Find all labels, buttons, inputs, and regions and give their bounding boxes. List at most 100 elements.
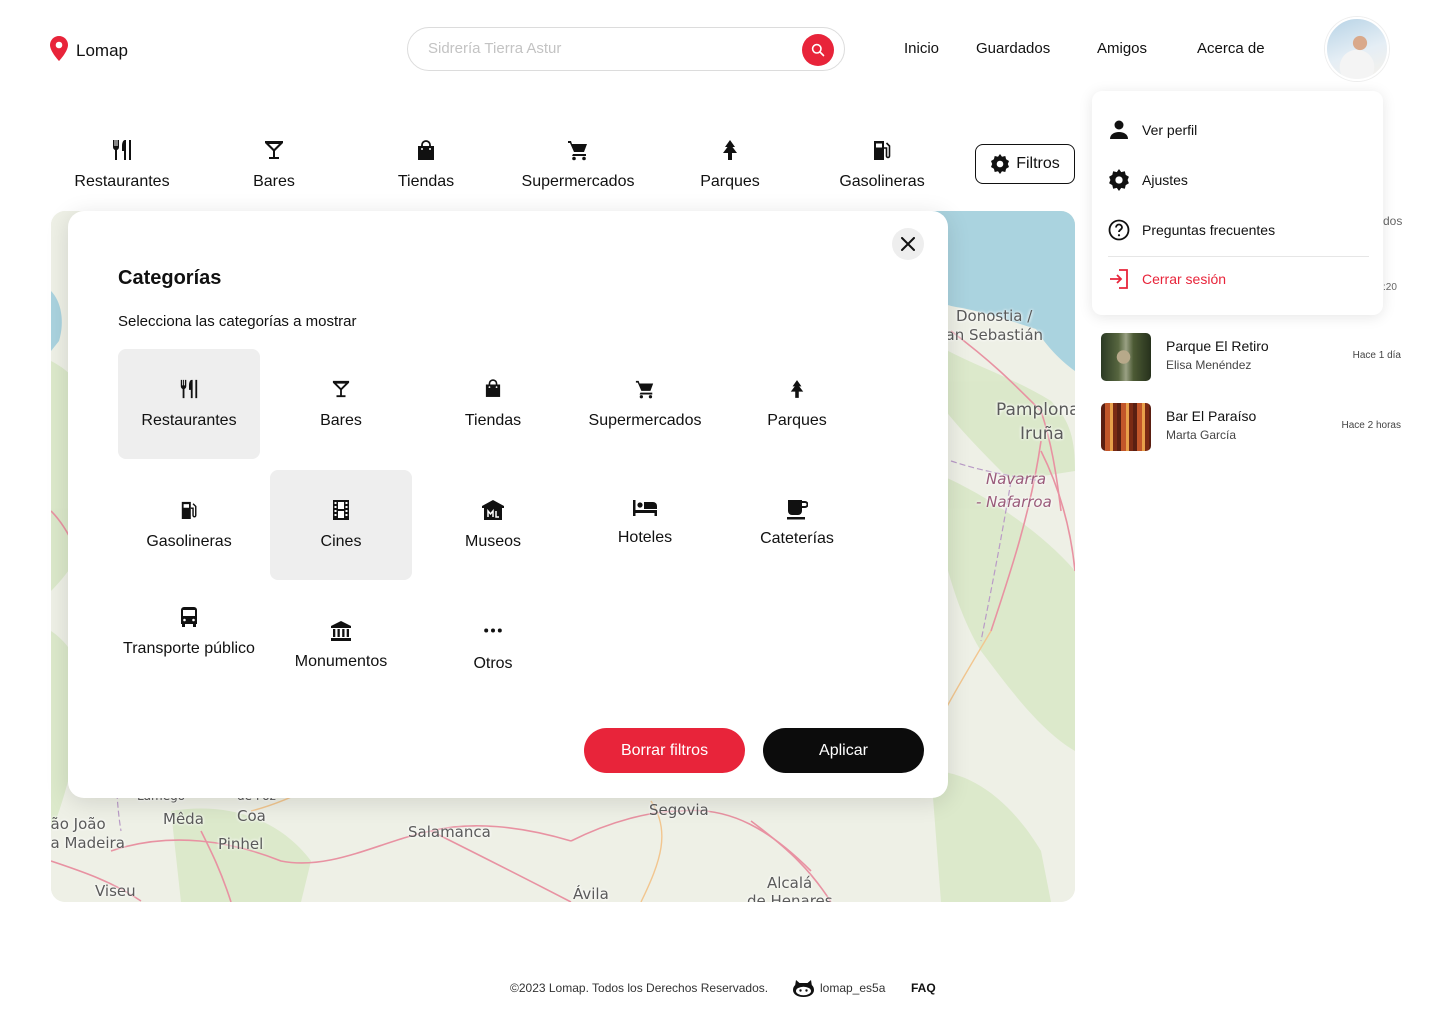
museum-icon [422, 500, 564, 520]
category-bar-restaurantes[interactable]: Restaurantes [47, 137, 197, 191]
apply-button[interactable]: Aplicar [763, 728, 924, 773]
app-name: Lomap [76, 41, 128, 60]
category-tile-cafeterias[interactable]: Cateterías [726, 470, 868, 580]
profile-dropdown: Ver perfil Ajustes Preguntas frecuentes … [1092, 91, 1383, 315]
menu-item-preguntas-frecuentes[interactable]: Preguntas frecuentes [1108, 217, 1275, 243]
filters-label: Filtros [1016, 155, 1060, 172]
cocktail-icon [199, 137, 349, 163]
clear-filters-button[interactable]: Borrar filtros [584, 728, 745, 773]
menu-item-label: Ajustes [1142, 172, 1188, 188]
place-thumbnail [1101, 403, 1151, 451]
category-bar-label: Tiendas [397, 173, 455, 190]
category-bar-label: Parques [700, 173, 760, 190]
category-tile-museos[interactable]: Museos [422, 470, 564, 580]
map-label: Ávila [573, 885, 609, 902]
hotel-bed-icon [574, 500, 716, 516]
search-bar [407, 27, 845, 71]
map-label: Viseu [95, 882, 136, 900]
help-circle-icon [1108, 219, 1130, 241]
monument-icon [270, 621, 412, 641]
nav-guardados[interactable]: Guardados [976, 40, 1050, 57]
category-tile-transporte-publico[interactable]: Transporte público [118, 597, 260, 697]
category-tile-parques[interactable]: Parques [726, 349, 868, 459]
feed-time: Hace 1 día [1352, 350, 1401, 361]
feed-place-title: Bar El Paraíso [1166, 408, 1257, 424]
category-label: Cines [320, 533, 362, 550]
menu-item-ver-perfil[interactable]: Ver perfil [1108, 117, 1197, 143]
category-tile-cines[interactable]: Cines [270, 470, 412, 580]
category-tile-bares[interactable]: Bares [270, 349, 412, 459]
nav-acerca-de[interactable]: Acerca de [1197, 40, 1265, 57]
footer-github-link[interactable]: lomap_es5a [820, 981, 885, 995]
category-label: Tiendas [464, 412, 522, 429]
category-label: Museos [464, 533, 522, 550]
nav-amigos[interactable]: Amigos [1097, 40, 1147, 57]
category-tile-hoteles[interactable]: Hoteles [574, 470, 716, 580]
category-tile-tiendas[interactable]: Tiendas [422, 349, 564, 459]
category-tile-monumentos[interactable]: Monumentos [270, 597, 412, 697]
map-label: Pamplona [996, 400, 1075, 420]
shopping-bag-icon [351, 137, 501, 163]
category-tile-otros[interactable]: Otros [422, 597, 564, 697]
categories-modal: Categorías Selecciona las categorías a m… [68, 211, 948, 798]
place-thumbnail [1101, 333, 1151, 381]
feed-item[interactable]: Parque El Retiro Elisa Menéndez Hace 1 d… [1101, 333, 1401, 381]
map-label: Coa [237, 807, 266, 825]
close-button[interactable] [892, 228, 924, 260]
restaurant-icon [118, 379, 260, 399]
menu-item-ajustes[interactable]: Ajustes [1108, 167, 1188, 193]
search-input[interactable] [428, 40, 788, 57]
category-label: Otros [473, 655, 513, 672]
category-tile-supermercados[interactable]: Supermercados [574, 349, 716, 459]
category-label: Supermercados [588, 412, 702, 429]
filters-button[interactable]: Filtros [975, 144, 1075, 184]
category-bar-label: Bares [253, 173, 295, 190]
category-bar-label: Supermercados [521, 173, 635, 190]
logo[interactable]: Lomap [50, 36, 128, 66]
category-label: Gasolineras [146, 533, 232, 550]
shopping-cart-icon [574, 379, 716, 399]
menu-item-cerrar-sesion[interactable]: Cerrar sesión [1108, 266, 1226, 292]
map-label: - Nafarroa [976, 493, 1052, 511]
feed-user-name: Elisa Menéndez [1166, 358, 1252, 372]
feed-time: Hace 2 horas [1341, 420, 1401, 431]
category-bar-tiendas[interactable]: Tiendas [351, 137, 501, 191]
github-icon[interactable] [793, 979, 814, 1000]
restaurant-icon [47, 137, 197, 163]
person-icon [1110, 120, 1128, 139]
cocktail-icon [270, 380, 412, 398]
gear-icon [991, 154, 1010, 174]
logout-icon [1110, 269, 1128, 289]
menu-item-label: Cerrar sesión [1142, 271, 1227, 287]
category-bar-supermercados[interactable]: Supermercados [503, 137, 653, 191]
shopping-bag-icon [422, 379, 564, 398]
tree-icon [726, 379, 868, 399]
category-label: Parques [767, 412, 827, 429]
category-bar-bares[interactable]: Bares [199, 137, 349, 191]
map-label: Mêda [163, 810, 204, 828]
category-bar-gasolineras[interactable]: Gasolineras [807, 137, 957, 191]
menu-item-label: Preguntas frecuentes [1142, 222, 1276, 238]
category-label: Transporte público [123, 640, 255, 657]
category-tile-gasolineras[interactable]: Gasolineras [118, 470, 260, 580]
bus-icon [118, 607, 260, 629]
avatar[interactable] [1325, 17, 1389, 81]
more-dots-icon [422, 628, 564, 633]
gas-station-icon [118, 500, 260, 520]
map-label: Navarra [986, 470, 1047, 488]
footer-faq-link[interactable]: FAQ [911, 981, 936, 995]
map-label: Iruña [1020, 424, 1064, 444]
nav-inicio[interactable]: Inicio [904, 40, 939, 57]
feed-item[interactable]: Bar El Paraíso Marta García Hace 2 horas [1101, 403, 1401, 451]
category-label: Bares [320, 412, 362, 429]
search-button[interactable] [802, 34, 834, 66]
menu-divider [1108, 256, 1369, 257]
modal-subtitle: Selecciona las categorías a mostrar [118, 313, 357, 330]
map-label: Donostia / [956, 307, 1033, 325]
feed-partial-text: :20 [1383, 282, 1397, 293]
category-tile-restaurantes[interactable]: Restaurantes [118, 349, 260, 459]
category-bar-parques[interactable]: Parques [655, 137, 805, 191]
close-icon [901, 237, 915, 251]
film-icon [270, 500, 412, 520]
location-pin-icon [50, 36, 68, 66]
